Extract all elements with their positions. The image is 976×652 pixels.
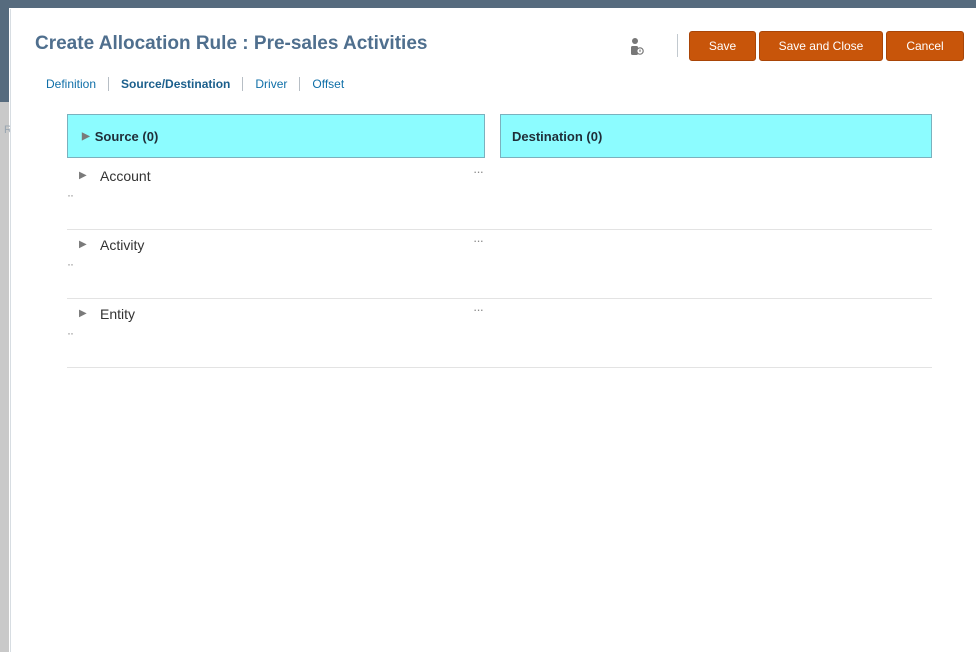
- dimension-label: Activity: [100, 237, 145, 253]
- tab-definition[interactable]: Definition: [46, 77, 96, 91]
- expand-triangle-icon[interactable]: ▶: [79, 308, 87, 319]
- tab-driver[interactable]: Driver: [255, 77, 287, 91]
- dimension-row-entity: ▶ Entity ··· ··: [67, 298, 932, 368]
- destination-header-label: Destination (0): [512, 128, 603, 144]
- source-panel-header[interactable]: ▶ Source (0): [67, 114, 485, 158]
- tab-divider: [299, 77, 301, 91]
- more-options-icon[interactable]: ···: [473, 164, 484, 179]
- background-app-strip: [0, 8, 9, 652]
- source-header-label: Source (0): [94, 128, 159, 144]
- dimension-label: Entity: [100, 306, 136, 322]
- tab-source-destination[interactable]: Source/Destination: [121, 77, 230, 91]
- destination-panel-header: Destination (0): [500, 114, 932, 158]
- more-options-icon[interactable]: ···: [473, 233, 484, 248]
- dimension-row-account: ▶ Account ··· ··: [67, 160, 932, 230]
- rule-tabs: Definition Source/Destination Driver Off…: [46, 77, 344, 91]
- toolbar-divider: [677, 34, 678, 57]
- dimension-row-activity: ▶ Activity ··· ··: [67, 229, 932, 299]
- expand-triangle-icon[interactable]: ▶: [79, 239, 87, 250]
- save-button[interactable]: Save: [689, 31, 756, 61]
- drag-handle-icon[interactable]: ··: [67, 326, 74, 340]
- save-and-close-button[interactable]: Save and Close: [759, 31, 883, 61]
- dialog-title: Create Allocation Rule : Pre-sales Activ…: [35, 33, 428, 54]
- cancel-button[interactable]: Cancel: [886, 31, 964, 61]
- app-top-bar: [0, 0, 976, 8]
- drag-handle-icon[interactable]: ··: [67, 257, 74, 271]
- expand-triangle-icon[interactable]: ▶: [82, 131, 90, 142]
- expand-triangle-icon[interactable]: ▶: [79, 170, 87, 181]
- tab-offset[interactable]: Offset: [312, 77, 344, 91]
- tab-divider: [108, 77, 110, 91]
- background-app-header: [0, 8, 9, 102]
- more-options-icon[interactable]: ···: [473, 302, 484, 317]
- dimension-label: Account: [100, 168, 151, 184]
- allocation-rule-dialog: Create Allocation Rule : Pre-sales Activ…: [10, 9, 976, 652]
- user-info-icon[interactable]: [628, 37, 646, 57]
- drag-handle-icon[interactable]: ··: [67, 188, 74, 202]
- tab-divider: [242, 77, 244, 91]
